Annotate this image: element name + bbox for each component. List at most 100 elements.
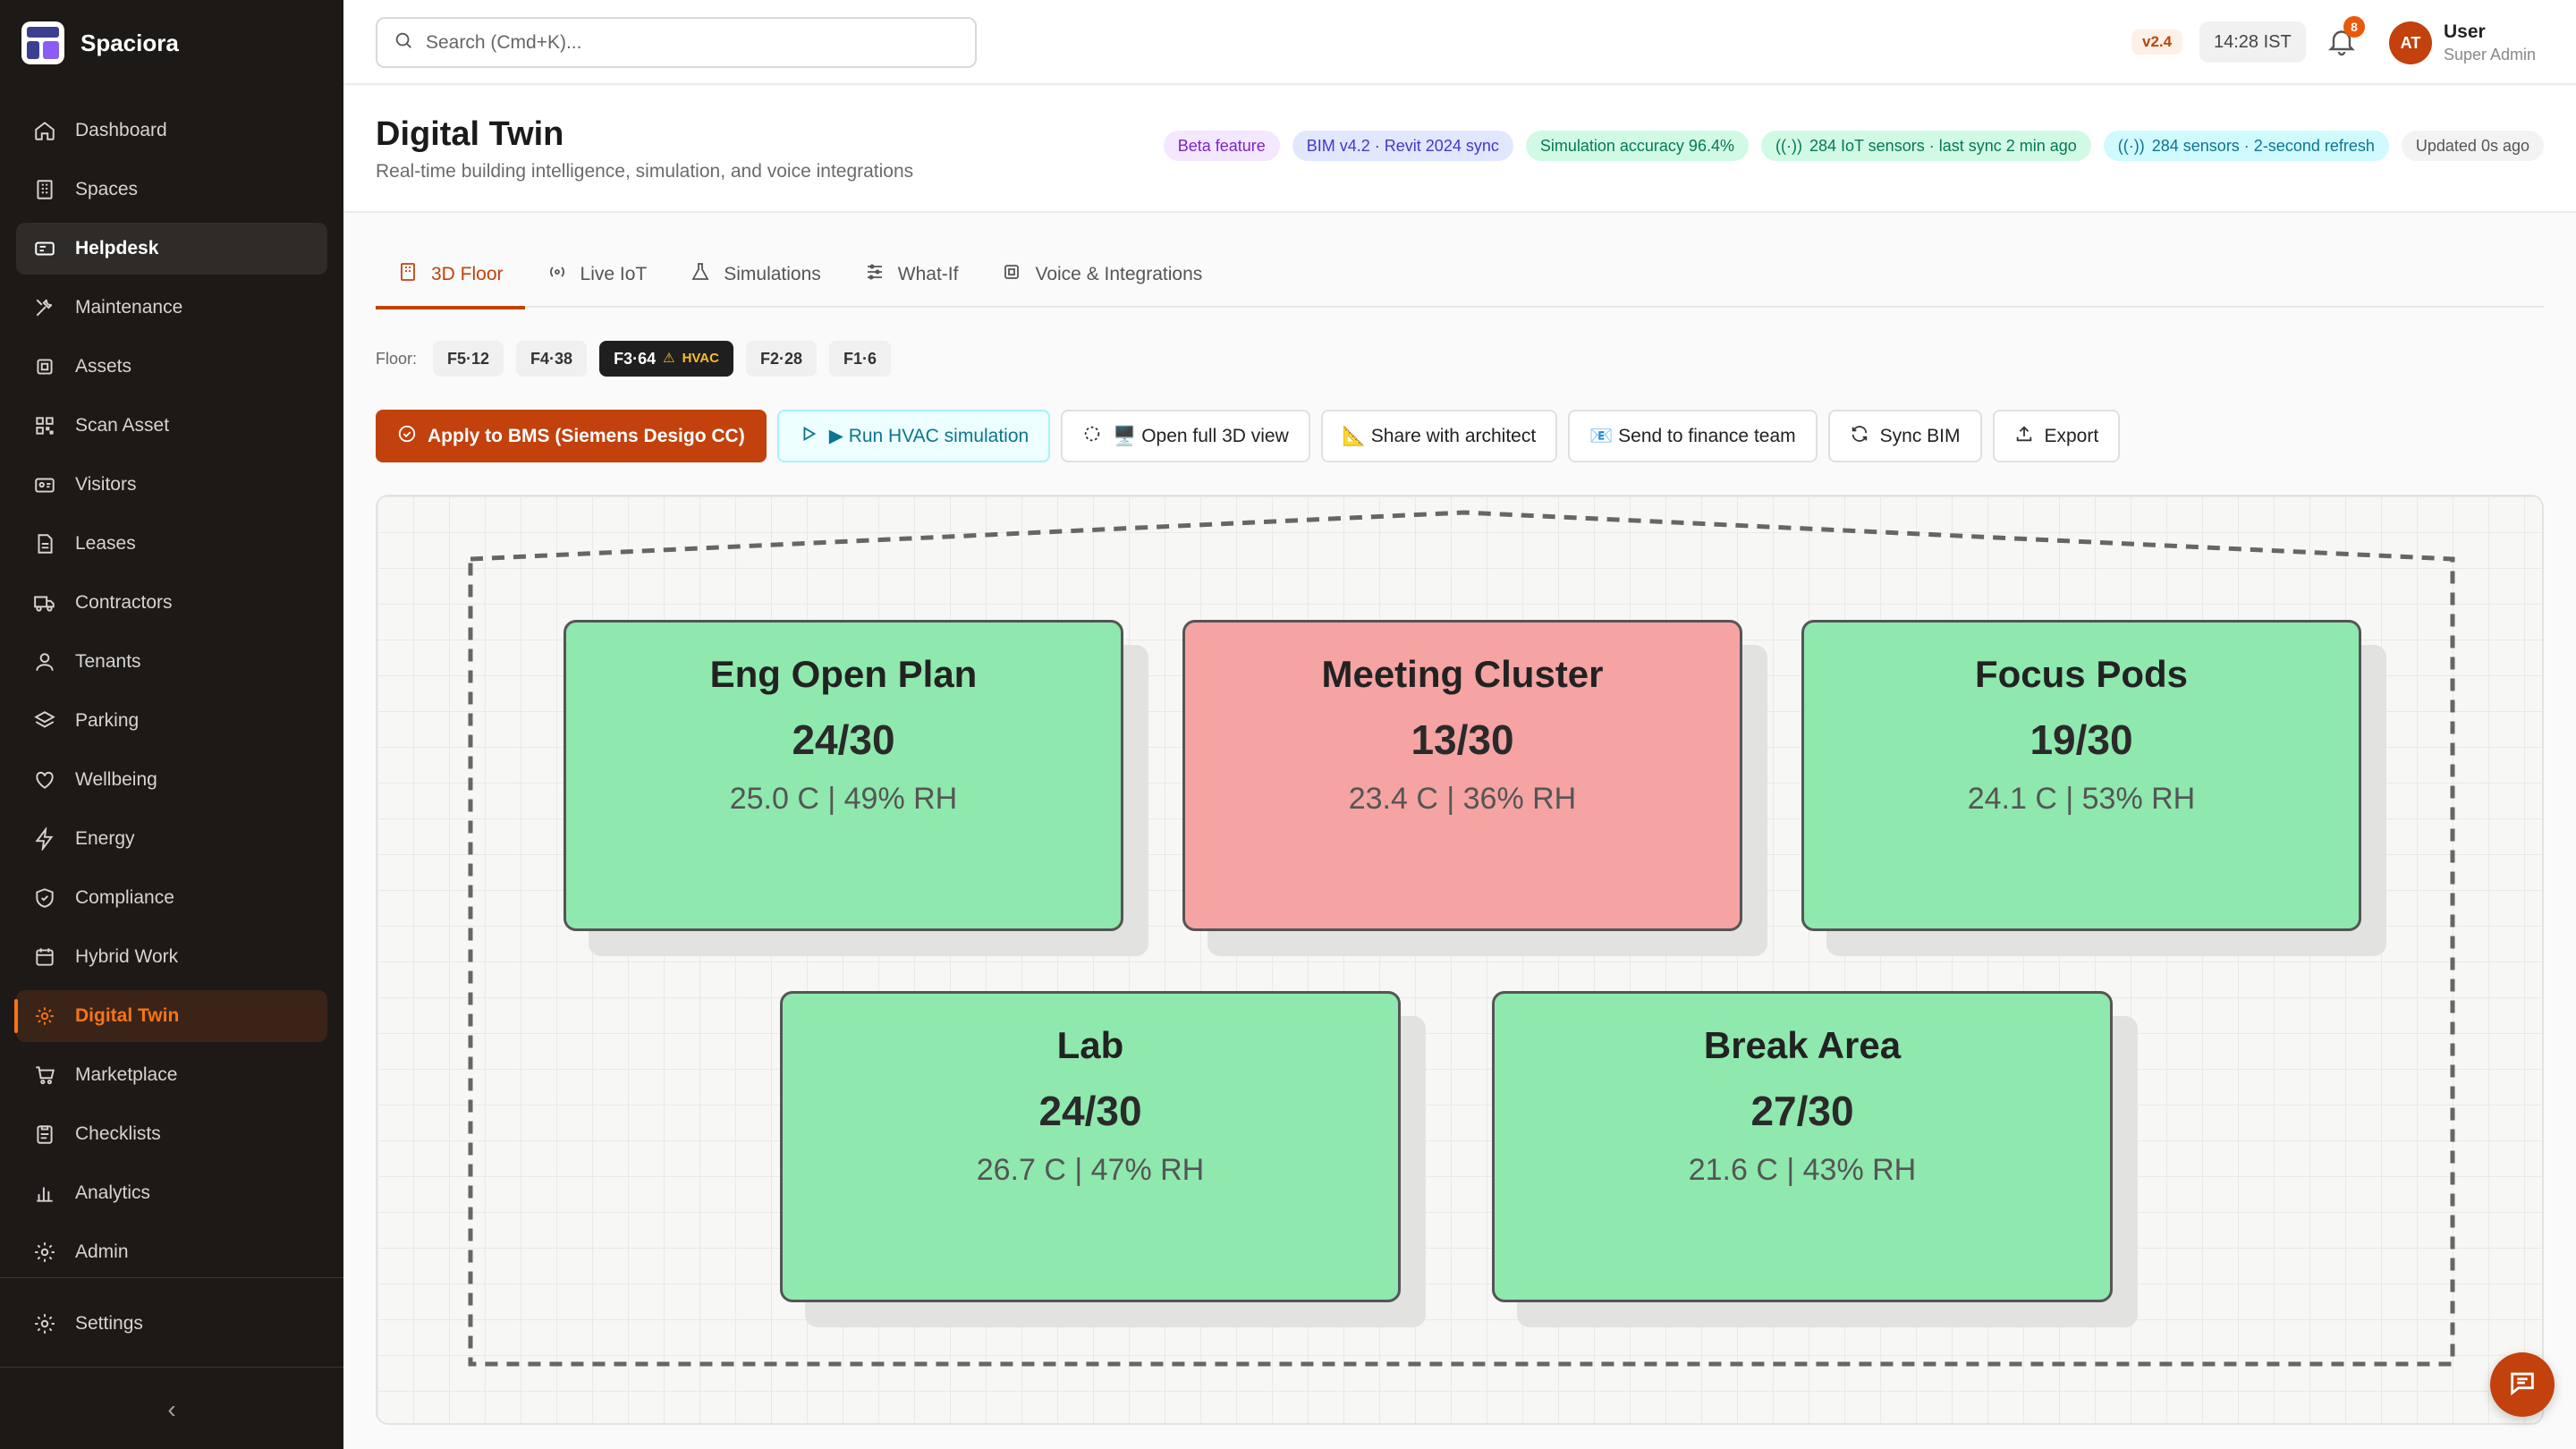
sidebar-item-admin[interactable]: Admin bbox=[16, 1226, 327, 1278]
cart-icon bbox=[32, 1063, 57, 1088]
zone-name: Meeting Cluster bbox=[1321, 653, 1604, 695]
sidebar-item-label: Checklists bbox=[75, 1123, 161, 1144]
avatar[interactable]: AT bbox=[2389, 21, 2432, 64]
floor-chip-f2[interactable]: F2·28 bbox=[745, 341, 817, 377]
sidebar-item-label: Spaces bbox=[75, 179, 139, 199]
sidebar-item-visitors[interactable]: Visitors bbox=[16, 459, 327, 511]
sidebar-item-contractors[interactable]: Contractors bbox=[16, 577, 327, 629]
share-with-architect-button[interactable]: 📐 Share with architect bbox=[1320, 410, 1558, 462]
sidebar-item-label: Admin bbox=[75, 1241, 129, 1262]
collapse-sidebar-chevron-icon[interactable]: ‹ bbox=[157, 1395, 186, 1424]
sidebar-item-label: Tenants bbox=[75, 651, 141, 672]
sidebar-item-dashboard[interactable]: Dashboard bbox=[16, 105, 327, 157]
notification-count-badge: 8 bbox=[2343, 16, 2365, 38]
wrench-icon bbox=[32, 295, 57, 320]
sidebar-item-helpdesk[interactable]: Helpdesk bbox=[16, 223, 327, 275]
flask-icon bbox=[690, 261, 711, 288]
floor-chip-f1[interactable]: F1·6 bbox=[828, 341, 891, 377]
sidebar-item-digital-twin[interactable]: Digital Twin bbox=[14, 990, 327, 1042]
topbar: v2.4 14:28 IST 8 AT User Super Admin bbox=[343, 0, 2576, 85]
button-label: 📧 Send to finance team bbox=[1589, 425, 1796, 446]
tab-label: Live IoT bbox=[580, 264, 648, 284]
sidebar-item-label: Analytics bbox=[75, 1182, 151, 1203]
twin-icon bbox=[32, 1004, 57, 1029]
visitors-icon bbox=[32, 472, 57, 497]
floor-chip-f3[interactable]: F3·64 ⚠ HVAC bbox=[599, 341, 733, 377]
sidebar-item-label: Parking bbox=[75, 710, 140, 731]
cube-icon bbox=[32, 354, 57, 379]
sensor-refresh-label: 284 sensors · 2-second refresh bbox=[2151, 137, 2375, 155]
sidebar-item-parking[interactable]: Parking bbox=[16, 695, 327, 747]
sidebar-item-assets[interactable]: Assets bbox=[16, 341, 327, 393]
sidebar-item-settings[interactable]: Settings bbox=[16, 1298, 327, 1350]
zone-environment: 21.6 C | 43% RH bbox=[1688, 1153, 1917, 1187]
sliders-icon bbox=[864, 261, 886, 288]
search-input[interactable] bbox=[426, 31, 945, 54]
tab-live-iot[interactable]: Live IoT bbox=[525, 242, 669, 308]
sidebar-item-label: Marketplace bbox=[75, 1064, 178, 1085]
floor-warning-label: HVAC bbox=[682, 351, 719, 366]
sidebar: Spaciora Dashboard Spaces Helpdesk Maint… bbox=[0, 0, 343, 1449]
zone-break-area[interactable]: Break Area 27/30 21.6 C | 43% RH bbox=[1492, 991, 2113, 1302]
sidebar-item-maintenance[interactable]: Maintenance bbox=[16, 282, 327, 334]
search-box[interactable] bbox=[376, 17, 977, 68]
tab-what-if[interactable]: What-If bbox=[843, 242, 980, 308]
page-subtitle: Real-time building intelligence, simulat… bbox=[376, 161, 914, 182]
user-role: Super Admin bbox=[2444, 46, 2537, 64]
tab-bar: 3D Floor Live IoT Simulations What-If Vo… bbox=[376, 242, 2544, 309]
zone-lab[interactable]: Lab 24/30 26.7 C | 47% RH bbox=[780, 991, 1401, 1302]
sidebar-item-compliance[interactable]: Compliance bbox=[16, 872, 327, 924]
sidebar-item-energy[interactable]: Energy bbox=[16, 813, 327, 865]
tab-label: Simulations bbox=[724, 264, 821, 284]
sidebar-item-scan-asset[interactable]: Scan Asset bbox=[16, 400, 327, 452]
sidebar-item-checklists[interactable]: Checklists bbox=[16, 1108, 327, 1160]
sidebar-nav: Dashboard Spaces Helpdesk Maintenance As… bbox=[14, 105, 327, 1285]
open-full-3d-view-button[interactable]: 🖥️ Open full 3D view bbox=[1061, 410, 1310, 462]
document-icon bbox=[32, 531, 57, 556]
zone-name: Break Area bbox=[1703, 1024, 1902, 1066]
time-display: 14:28 IST bbox=[2199, 21, 2306, 63]
sidebar-item-hybrid-work[interactable]: Hybrid Work bbox=[16, 931, 327, 983]
brand[interactable]: Spaciora bbox=[21, 21, 179, 64]
floor-chip-f4[interactable]: F4·38 bbox=[516, 341, 588, 377]
user-name[interactable]: User bbox=[2444, 21, 2486, 43]
sidebar-item-marketplace[interactable]: Marketplace bbox=[16, 1049, 327, 1101]
sidebar-item-wellbeing[interactable]: Wellbeing bbox=[16, 754, 327, 806]
chip-icon bbox=[1001, 261, 1022, 288]
sync-bim-button[interactable]: Sync BIM bbox=[1827, 410, 1982, 462]
floor-chip-f5[interactable]: F5·12 bbox=[433, 341, 504, 377]
bar-chart-icon bbox=[32, 1181, 57, 1206]
sidebar-item-label: Visitors bbox=[75, 474, 137, 495]
floor-chip-label: F3·64 bbox=[614, 350, 657, 368]
sidebar-divider bbox=[0, 1367, 343, 1368]
chat-icon bbox=[2507, 1368, 2538, 1402]
zone-environment: 25.0 C | 49% RH bbox=[729, 782, 958, 816]
run-hvac-simulation-button[interactable]: ▶ Run HVAC simulation bbox=[776, 410, 1051, 462]
bim-badge: BIM v4.2 · Revit 2024 sync bbox=[1292, 131, 1513, 161]
send-to-finance-button[interactable]: 📧 Send to finance team bbox=[1568, 410, 1818, 462]
zone-meeting-cluster[interactable]: Meeting Cluster 13/30 23.4 C | 36% RH bbox=[1182, 620, 1742, 931]
search-icon bbox=[394, 30, 413, 55]
export-button[interactable]: Export bbox=[1992, 410, 2121, 462]
zone-eng-open-plan[interactable]: Eng Open Plan 24/30 25.0 C | 49% RH bbox=[564, 620, 1123, 931]
sidebar-divider bbox=[0, 1277, 343, 1278]
updated-badge: Updated 0s ago bbox=[2401, 131, 2544, 161]
tab-voice-integrations[interactable]: Voice & Integrations bbox=[979, 242, 1224, 308]
iot-sync-label: 284 IoT sensors · last sync 2 min ago bbox=[1809, 137, 2077, 155]
sidebar-item-analytics[interactable]: Analytics bbox=[16, 1167, 327, 1219]
tab-3d-floor[interactable]: 3D Floor bbox=[376, 242, 525, 309]
floor-plan-canvas[interactable]: Eng Open Plan 24/30 25.0 C | 49% RH Meet… bbox=[376, 495, 2544, 1425]
sidebar-item-spaces[interactable]: Spaces bbox=[16, 164, 327, 216]
play-icon bbox=[799, 424, 818, 449]
zone-environment: 26.7 C | 47% RH bbox=[976, 1153, 1205, 1187]
sidebar-item-leases[interactable]: Leases bbox=[16, 518, 327, 570]
tab-simulations[interactable]: Simulations bbox=[668, 242, 843, 308]
chat-support-button[interactable] bbox=[2490, 1352, 2555, 1417]
zone-focus-pods[interactable]: Focus Pods 19/30 24.1 C | 53% RH bbox=[1801, 620, 2361, 931]
button-label: Apply to BMS (Siemens Desigo CC) bbox=[428, 425, 745, 446]
brand-name: Spaciora bbox=[80, 29, 179, 56]
page-header: Digital Twin Real-time building intellig… bbox=[343, 86, 2576, 213]
sidebar-item-tenants[interactable]: Tenants bbox=[16, 636, 327, 688]
zone-environment: 23.4 C | 36% RH bbox=[1348, 782, 1577, 816]
apply-to-bms-button[interactable]: Apply to BMS (Siemens Desigo CC) bbox=[376, 410, 767, 462]
